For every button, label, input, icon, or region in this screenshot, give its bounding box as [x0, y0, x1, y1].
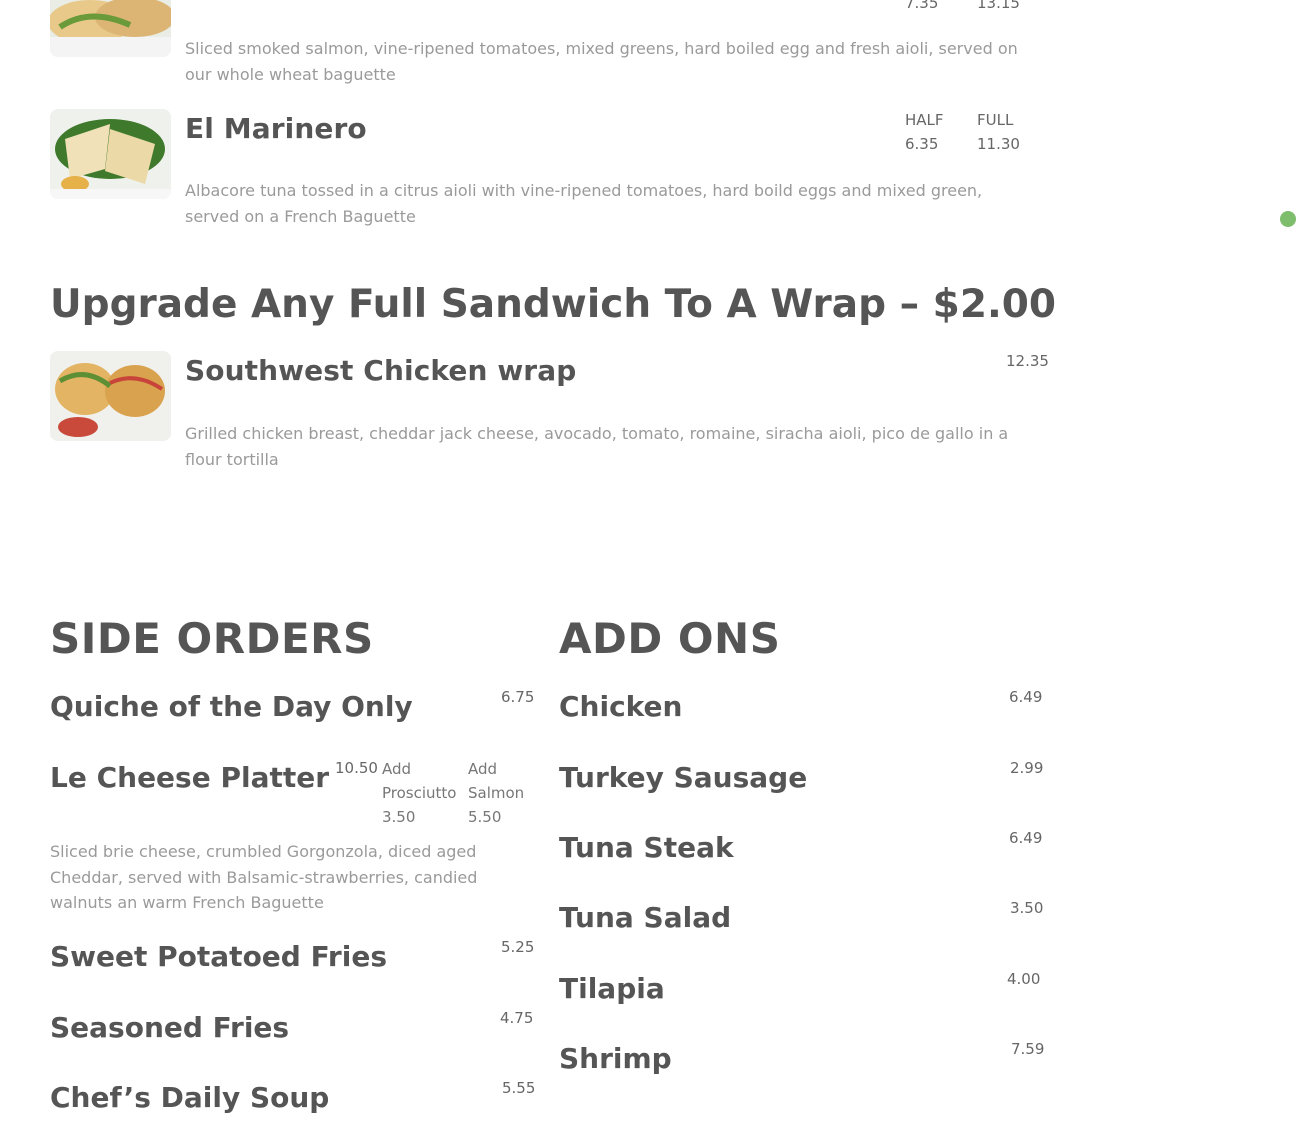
wrap-upgrade-heading: Upgrade Any Full Sandwich To A Wrap – $2…: [50, 282, 1057, 327]
half-price: 6.35: [905, 135, 939, 153]
item-description: Albacore tuna tossed in a citrus aioli w…: [185, 181, 983, 226]
addon-item-price: 4.00: [1007, 970, 1041, 988]
side-orders-heading: SIDE ORDERS: [50, 614, 374, 663]
prosciutto-price: 3.50: [382, 808, 416, 826]
sandwich-thumbnail[interactable]: [50, 0, 171, 57]
addon-item-title: Tilapia: [559, 972, 665, 1005]
side-item-price: 6.75: [501, 688, 535, 706]
addon-item-title: Chicken: [559, 690, 683, 723]
item-price: 12.35: [1006, 352, 1049, 370]
side-item-description: Sliced brie cheese, crumbled Gorgonzola,…: [50, 842, 478, 912]
salmon-label: Salmon: [468, 784, 525, 802]
full-label: FULL: [977, 111, 1014, 129]
addon-item-title: Tuna Salad: [559, 901, 732, 934]
add-label: Add: [468, 760, 498, 778]
side-item-price: 10.50: [335, 759, 378, 777]
add-label: Add: [382, 760, 412, 778]
addon-item-title: Tuna Steak: [559, 831, 734, 864]
item-full-price: 13.15: [977, 0, 1020, 12]
addon-item-price: 6.49: [1009, 688, 1043, 706]
side-item-title: Quiche of the Day Only: [50, 690, 413, 723]
salmon-price: 5.50: [468, 808, 502, 826]
item-title: El Marinero: [185, 112, 367, 145]
add-prosciutto-option: Add Prosciutto 3.50: [382, 757, 456, 829]
addon-item-title: Shrimp: [559, 1042, 672, 1075]
addon-item-price: 2.99: [1010, 759, 1044, 777]
side-item-title: Chef’s Daily Soup: [50, 1081, 330, 1114]
southwest-chicken-wrap-thumbnail[interactable]: [50, 351, 171, 441]
half-label: HALF: [905, 111, 944, 129]
prosciutto-label: Prosciutto: [382, 784, 457, 802]
addon-item-price: 3.50: [1010, 899, 1044, 917]
addon-item-price: 7.59: [1011, 1040, 1045, 1058]
item-half-price: 7.35: [905, 0, 939, 12]
side-item-title: Seasoned Fries: [50, 1011, 290, 1044]
addon-item-title: Turkey Sausage: [559, 761, 808, 794]
item-description: Grilled chicken breast, cheddar jack che…: [185, 424, 1009, 469]
el-marinero-thumbnail[interactable]: [50, 109, 171, 199]
item-title: Southwest Chicken wrap: [185, 354, 577, 387]
side-item-price: 4.75: [500, 1009, 534, 1027]
item-description: Sliced smoked salmon, vine-ripened tomat…: [185, 39, 1018, 84]
side-item-price: 5.25: [501, 938, 535, 956]
add-ons-heading: ADD ONS: [559, 614, 781, 663]
full-price: 11.30: [977, 135, 1020, 153]
side-item-price: 5.55: [502, 1079, 536, 1097]
addon-item-price: 6.49: [1009, 829, 1043, 847]
add-salmon-option: Add Salmon 5.50: [468, 757, 524, 829]
side-item-title: Le Cheese Platter: [50, 761, 330, 794]
accent-dot[interactable]: [1280, 211, 1296, 227]
side-item-title: Sweet Potatoed Fries: [50, 940, 387, 973]
